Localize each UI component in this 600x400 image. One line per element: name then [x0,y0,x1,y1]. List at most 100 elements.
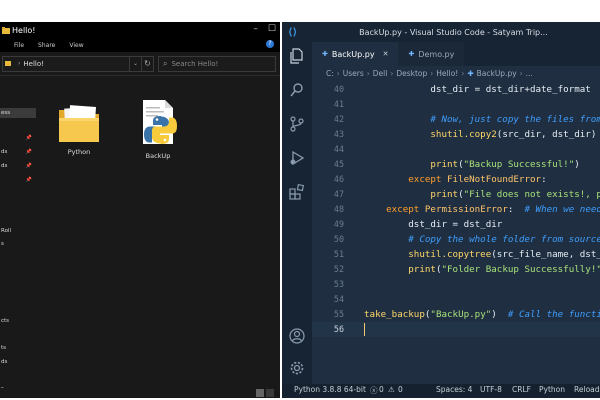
nav-item-label: ds [1,163,8,169]
breadcrumb-item[interactable]: C: [326,69,334,78]
code-line[interactable]: 55 take_backup("BackUp.py") # Call the fu… [312,307,600,322]
code-line[interactable]: 50 # Copy the whole folder from source [312,232,600,247]
gear-icon[interactable] [289,360,305,376]
close-icon[interactable]: ✕ [383,50,389,58]
address-path: Hello! [23,59,44,68]
status-extra[interactable]: Reload [574,385,600,394]
nav-item[interactable]: ds 📌 [0,147,36,157]
pin-icon: 📌 [25,177,32,183]
folder-icon [2,26,10,34]
breadcrumb-item[interactable]: Desktop [396,69,427,78]
line-number: 55 [333,309,344,319]
search-input[interactable]: ⌕ Search Hello! [158,55,276,72]
tab-backup-py[interactable]: ✚ BackUp.py ✕ [312,42,399,66]
nav-item[interactable]: s [0,239,36,249]
nav-item[interactable]: 📌 [0,133,36,143]
minimize-icon[interactable]: – [253,24,258,34]
nav-item[interactable]: ts [0,343,36,353]
explorer-address-row: › Hello! ⌄ ↻ ⌕ Search Hello! [0,52,280,76]
editor-tabs: ✚ BackUp.py ✕ ✚ Demo.py [312,42,600,66]
status-eol[interactable]: CRLF [512,385,531,394]
code-line[interactable]: 49 dst_dir = dst_dir [312,217,600,232]
breadcrumb-item[interactable]: Dell [373,69,388,78]
vscode-window: ⟨⟩ BackUp.py - Visual Studio Code - Saty… [282,22,600,398]
code-line[interactable]: 56 [312,322,600,337]
explorer-title-bar[interactable]: Hello! – ☐ [0,22,280,38]
tab-label: Demo.py [418,49,455,59]
code-line[interactable]: 48 except PermissionError: # When we nee… [312,202,600,217]
code-token: "File does not exists!, pl [463,189,600,200]
large-icons-view-icon[interactable] [266,389,274,397]
status-language[interactable]: Python [539,385,565,394]
details-view-icon[interactable] [256,389,264,397]
code-token: : [541,174,547,185]
breadcrumb-item[interactable]: Hello! [436,69,458,78]
nav-item[interactable] [0,370,36,380]
nav-item-label: ds [1,149,8,155]
breadcrumb-item[interactable]: BackUp.py [477,69,517,78]
nav-item[interactable]: ess [0,108,36,118]
address-bar[interactable]: › Hello! [2,55,130,72]
nav-item-label: Roll [1,228,11,234]
code-editor[interactable]: 40 dst_dir = dst_dir+date_format 41 42 # N… [312,80,600,384]
nav-item[interactable]: ds 📌 [0,161,36,171]
horizontal-scrollbar[interactable] [0,388,280,398]
breadcrumb-item[interactable]: Users [343,69,364,78]
file-item-python-folder[interactable]: Python [49,104,109,156]
code-line[interactable]: 41 [312,97,600,112]
breadcrumb-item[interactable]: ... [526,69,533,78]
vscode-title-bar[interactable]: ⟨⟩ BackUp.py - Visual Studio Code - Saty… [282,22,600,42]
ribbon-tab-view[interactable]: View [69,42,83,49]
code-line[interactable]: 43 shutil.copy2(src_dir, dst_dir) [312,127,600,142]
chevron-down-icon[interactable]: ⌄ [130,55,142,72]
code-line[interactable]: 54 [312,292,600,307]
file-name: BackUp [145,152,171,160]
nav-item[interactable]: 📌 [0,175,36,185]
code-line[interactable]: 53 [312,277,600,292]
nav-item[interactable] [0,330,36,340]
nav-item-label: ess [1,110,11,116]
file-item-backup-py[interactable]: BackUp [128,98,188,160]
code-text: print("File does not exists!, pl [364,187,600,202]
code-line[interactable]: 40 dst_dir = dst_dir+date_format [312,82,600,97]
maximize-icon[interactable]: ☐ [268,24,276,34]
nav-item[interactable]: Roll [0,226,36,236]
run-debug-icon[interactable] [289,150,305,166]
code-token: print [430,189,459,200]
extensions-icon[interactable] [289,183,305,200]
code-line[interactable]: 52 print("Folder Backup Successfully!") [312,262,600,277]
search-icon[interactable] [289,82,305,98]
chevron-right-icon: › [366,68,370,78]
tab-demo-py[interactable]: ✚ Demo.py [398,42,465,66]
status-encoding[interactable]: UTF-8 [480,385,502,394]
code-text: # Now, just copy the files from s [364,112,600,127]
code-line[interactable]: 47 print("File does not exists!, pl [312,187,600,202]
code-line[interactable]: 42 # Now, just copy the files from s [312,112,600,127]
explorer-files-icon[interactable] [289,48,305,64]
line-number: 44 [333,144,344,154]
window-title: BackUp.py - Visual Studio Code - Satyam … [359,27,548,37]
code-line[interactable]: 45 print("Backup Successful!") [312,157,600,172]
code-text: except PermissionError: # When we need [364,202,600,217]
status-interpreter[interactable]: Python 3.8.8 64-bit [294,385,366,394]
status-errors[interactable]: 0 [379,385,384,394]
nav-item[interactable]: cts [0,316,36,326]
code-line[interactable]: 46 except FileNotFoundError: [312,172,600,187]
line-number: 40 [333,84,344,94]
account-icon[interactable] [289,328,305,344]
ribbon-tab-file[interactable]: File [14,42,24,49]
source-control-icon[interactable] [289,116,305,132]
code-token: dst_dir = dst_dir [364,219,503,230]
code-token: : [507,204,525,215]
refresh-icon[interactable]: ↻ [142,55,154,72]
code-line[interactable]: 51 shutil.copytree(src_file_name, dst_d [312,247,600,262]
nav-item[interactable]: ds [0,357,36,367]
ribbon-tab-share[interactable]: Share [38,42,55,49]
help-icon[interactable]: ? [266,40,274,48]
code-line[interactable]: 44 [312,142,600,157]
status-indentation[interactable]: Spaces: 4 [436,385,472,394]
status-warnings[interactable]: 0 [398,385,403,394]
